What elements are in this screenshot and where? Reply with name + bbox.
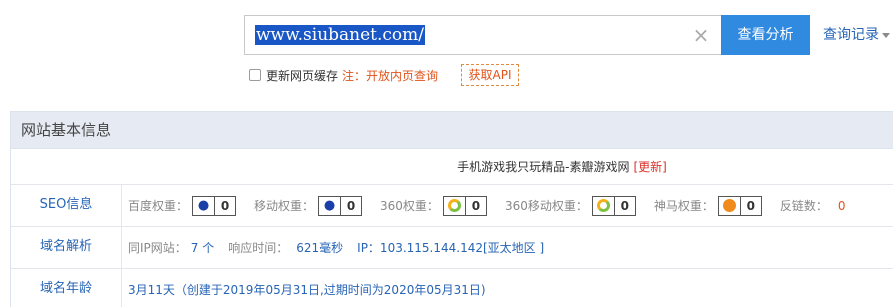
shenma-rank-label: 神马权重： bbox=[653, 199, 714, 213]
shenma-rank-badge[interactable]: 0 bbox=[717, 195, 762, 216]
baidu-rank-badge[interactable]: ● 0 bbox=[192, 195, 237, 216]
query-history-label: 查询记录 bbox=[823, 27, 879, 43]
cache-note[interactable]: 注：开放内页查询 bbox=[342, 67, 438, 84]
baidu-rank-value: 0 bbox=[220, 198, 230, 213]
same-ip-value[interactable]: 7 个 bbox=[191, 239, 214, 256]
baidu-paw-icon: ● bbox=[193, 196, 216, 215]
response-time-value: 621毫秒 bbox=[296, 241, 344, 255]
backlinks-label: 反链数： bbox=[779, 199, 828, 213]
mobile-rank-value: 0 bbox=[346, 198, 356, 213]
mobile-rank-label: 移动权重： bbox=[254, 199, 315, 213]
update-cache-label: 更新网页缓存 bbox=[266, 68, 339, 83]
shenma-icon bbox=[719, 196, 741, 215]
domain-row: 域名解析 同IP网站： 7 个 响应时间： 621毫秒 IP：103.115.1… bbox=[11, 227, 893, 269]
domain-age-value: 3月11天（创建于2019年05月31日,过期时间为2020年05月31日) bbox=[128, 283, 486, 297]
ip-address[interactable]: IP：103.115.144.142[亚太地区 ] bbox=[357, 239, 544, 256]
same-ip-label: 同IP网站： bbox=[128, 241, 187, 255]
site-info-panel: 网站基本信息 手机游戏我只玩精品-素瓣游戏网 [更新] SEO信息 百度权重： ●… bbox=[10, 111, 893, 307]
mobile-rank-badge[interactable]: ● 0 bbox=[318, 195, 363, 216]
site-title-row: 手机游戏我只玩精品-素瓣游戏网 [更新] bbox=[11, 149, 893, 185]
360-ring-icon bbox=[593, 196, 615, 215]
360-mobile-rank-label: 360移动权重： bbox=[504, 199, 588, 213]
search-area: www.siubanet.com/ × 查看分析 查询记录 更新网页缓存 注：开… bbox=[0, 0, 893, 100]
query-history-dropdown[interactable]: 查询记录 bbox=[823, 26, 890, 44]
url-search-value[interactable]: www.siubanet.com/ bbox=[255, 25, 426, 45]
domain-info: 同IP网站： 7 个 响应时间： 621毫秒 IP：103.115.144.14… bbox=[122, 227, 893, 268]
get-api-button[interactable]: 获取API bbox=[461, 64, 519, 86]
baidu-paw-icon: ● bbox=[319, 196, 342, 215]
seo-label[interactable]: SEO信息 bbox=[11, 185, 122, 226]
360-mobile-rank-value: 0 bbox=[620, 198, 630, 213]
shenma-rank-value: 0 bbox=[746, 198, 756, 213]
response-time-label: 响应时间： bbox=[228, 241, 289, 255]
domain-age-info: 3月11天（创建于2019年05月31日,过期时间为2020年05月31日) bbox=[122, 269, 893, 307]
backlinks-value[interactable]: 0 bbox=[838, 199, 846, 213]
update-title-link[interactable]: [更新] bbox=[633, 160, 666, 174]
chevron-down-icon bbox=[882, 32, 890, 38]
360-ring-icon bbox=[444, 196, 466, 215]
domain-age-row: 域名年龄 3月11天（创建于2019年05月31日,过期时间为2020年05月3… bbox=[11, 269, 893, 307]
seo-ranks: 百度权重： ● 0 移动权重： ● 0 360权重： 0 360移动权重： 0 神马… bbox=[122, 185, 893, 226]
360-rank-label: 360权重： bbox=[380, 199, 439, 213]
url-search-input[interactable]: www.siubanet.com/ × bbox=[244, 15, 721, 55]
analyze-button[interactable]: 查看分析 bbox=[721, 15, 810, 55]
360-rank-badge[interactable]: 0 bbox=[442, 195, 487, 216]
baidu-rank-label: 百度权重： bbox=[128, 199, 189, 213]
domain-age-label: 域名年龄 bbox=[11, 269, 122, 307]
360-mobile-rank-badge[interactable]: 0 bbox=[591, 195, 636, 216]
seo-row: SEO信息 百度权重： ● 0 移动权重： ● 0 360权重： 0 360移动权重… bbox=[11, 185, 893, 227]
update-cache-checkbox[interactable] bbox=[249, 69, 261, 81]
panel-title: 网站基本信息 bbox=[11, 111, 893, 149]
close-icon[interactable]: × bbox=[691, 25, 711, 45]
site-title: 手机游戏我只玩精品-素瓣游戏网 bbox=[457, 160, 630, 174]
360-rank-value: 0 bbox=[471, 198, 481, 213]
cache-option: 更新网页缓存 注：开放内页查询 bbox=[249, 66, 438, 84]
domain-label: 域名解析 bbox=[11, 227, 122, 268]
